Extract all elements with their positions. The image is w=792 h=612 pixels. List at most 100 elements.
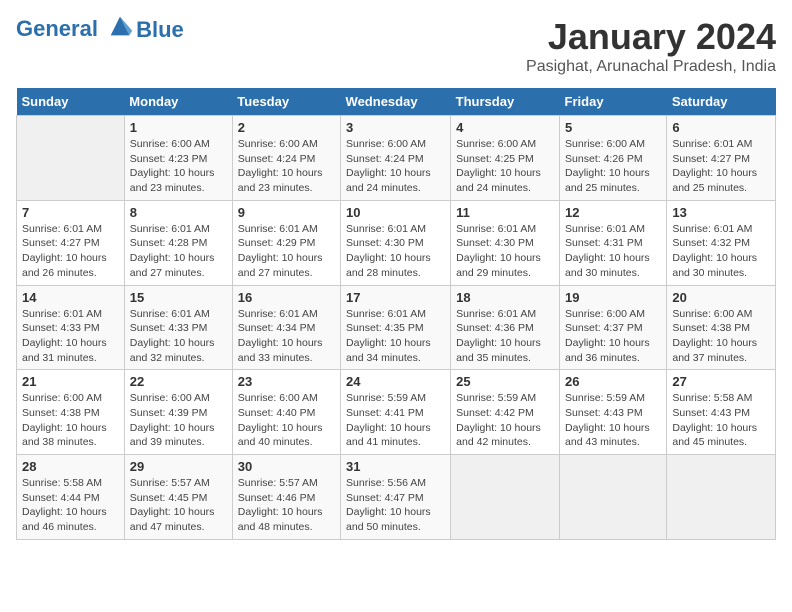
day-info: Sunrise: 6:01 AMSunset: 4:30 PMDaylight:…: [456, 222, 554, 281]
day-number: 9: [238, 205, 335, 220]
day-info: Sunrise: 6:01 AMSunset: 4:27 PMDaylight:…: [672, 137, 770, 196]
column-header-thursday: Thursday: [451, 88, 560, 116]
day-number: 8: [130, 205, 227, 220]
column-header-tuesday: Tuesday: [232, 88, 340, 116]
calendar-cell: 8 Sunrise: 6:01 AMSunset: 4:28 PMDaylight…: [124, 200, 232, 285]
day-info: Sunrise: 6:01 AMSunset: 4:28 PMDaylight:…: [130, 222, 227, 281]
day-info: Sunrise: 5:57 AMSunset: 4:46 PMDaylight:…: [238, 476, 335, 535]
calendar-cell: 22 Sunrise: 6:00 AMSunset: 4:39 PMDayligh…: [124, 370, 232, 455]
calendar-cell: 20 Sunrise: 6:00 AMSunset: 4:38 PMDayligh…: [667, 285, 776, 370]
logo-icon: [106, 12, 134, 40]
calendar-cell: 27 Sunrise: 5:58 AMSunset: 4:43 PMDayligh…: [667, 370, 776, 455]
logo: General Blue: [16, 16, 184, 44]
day-info: Sunrise: 5:59 AMSunset: 4:42 PMDaylight:…: [456, 391, 554, 450]
day-info: Sunrise: 6:01 AMSunset: 4:30 PMDaylight:…: [346, 222, 445, 281]
day-info: Sunrise: 6:00 AMSunset: 4:39 PMDaylight:…: [130, 391, 227, 450]
calendar-cell: 24 Sunrise: 5:59 AMSunset: 4:41 PMDayligh…: [341, 370, 451, 455]
calendar-cell: [451, 455, 560, 540]
day-number: 20: [672, 290, 770, 305]
day-number: 3: [346, 120, 445, 135]
day-info: Sunrise: 6:01 AMSunset: 4:31 PMDaylight:…: [565, 222, 661, 281]
day-info: Sunrise: 6:00 AMSunset: 4:23 PMDaylight:…: [130, 137, 227, 196]
day-info: Sunrise: 5:59 AMSunset: 4:43 PMDaylight:…: [565, 391, 661, 450]
calendar-cell: 21 Sunrise: 6:00 AMSunset: 4:38 PMDayligh…: [17, 370, 125, 455]
calendar-table: SundayMondayTuesdayWednesdayThursdayFrid…: [16, 88, 776, 540]
calendar-cell: 1Sunrise: 6:00 AMSunset: 4:23 PMDaylight…: [124, 116, 232, 201]
calendar-cell: 17 Sunrise: 6:01 AMSunset: 4:35 PMDayligh…: [341, 285, 451, 370]
calendar-cell: 11 Sunrise: 6:01 AMSunset: 4:30 PMDayligh…: [451, 200, 560, 285]
day-number: 26: [565, 374, 661, 389]
day-number: 22: [130, 374, 227, 389]
calendar-cell: 26 Sunrise: 5:59 AMSunset: 4:43 PMDayligh…: [560, 370, 667, 455]
day-info: Sunrise: 6:00 AMSunset: 4:24 PMDaylight:…: [346, 137, 445, 196]
day-info: Sunrise: 6:00 AMSunset: 4:24 PMDaylight:…: [238, 137, 335, 196]
calendar-subtitle: Pasighat, Arunachal Pradesh, India: [526, 58, 776, 76]
day-info: Sunrise: 5:59 AMSunset: 4:41 PMDaylight:…: [346, 391, 445, 450]
calendar-cell: [560, 455, 667, 540]
column-header-friday: Friday: [560, 88, 667, 116]
day-info: Sunrise: 6:01 AMSunset: 4:36 PMDaylight:…: [456, 307, 554, 366]
calendar-cell: 14Sunrise: 6:01 AMSunset: 4:33 PMDayligh…: [17, 285, 125, 370]
calendar-title: January 2024: [526, 16, 776, 58]
column-header-sunday: Sunday: [17, 88, 125, 116]
day-info: Sunrise: 6:01 AMSunset: 4:32 PMDaylight:…: [672, 222, 770, 281]
day-info: Sunrise: 6:01 AMSunset: 4:27 PMDaylight:…: [22, 222, 119, 281]
page-header: General Blue January 2024 Pasighat, Arun…: [16, 16, 776, 76]
day-info: Sunrise: 6:00 AMSunset: 4:25 PMDaylight:…: [456, 137, 554, 196]
day-info: Sunrise: 6:01 AMSunset: 4:33 PMDaylight:…: [22, 307, 119, 366]
day-info: Sunrise: 6:00 AMSunset: 4:40 PMDaylight:…: [238, 391, 335, 450]
day-info: Sunrise: 6:00 AMSunset: 4:38 PMDaylight:…: [22, 391, 119, 450]
calendar-cell: 9 Sunrise: 6:01 AMSunset: 4:29 PMDaylight…: [232, 200, 340, 285]
day-number: 31: [346, 459, 445, 474]
calendar-cell: 23 Sunrise: 6:00 AMSunset: 4:40 PMDayligh…: [232, 370, 340, 455]
calendar-cell: 12Sunrise: 6:01 AMSunset: 4:31 PMDayligh…: [560, 200, 667, 285]
day-number: 15: [130, 290, 227, 305]
calendar-cell: 31 Sunrise: 5:56 AMSunset: 4:47 PMDayligh…: [341, 455, 451, 540]
calendar-cell: 3 Sunrise: 6:00 AMSunset: 4:24 PMDaylight…: [341, 116, 451, 201]
day-number: 24: [346, 374, 445, 389]
calendar-cell: 16Sunrise: 6:01 AMSunset: 4:34 PMDayligh…: [232, 285, 340, 370]
calendar-cell: [667, 455, 776, 540]
calendar-cell: 25 Sunrise: 5:59 AMSunset: 4:42 PMDayligh…: [451, 370, 560, 455]
day-number: 23: [238, 374, 335, 389]
day-info: Sunrise: 6:00 AMSunset: 4:37 PMDaylight:…: [565, 307, 661, 366]
day-info: Sunrise: 6:00 AMSunset: 4:38 PMDaylight:…: [672, 307, 770, 366]
day-number: 2: [238, 120, 335, 135]
logo-text-general: General: [16, 16, 98, 41]
calendar-cell: 13 Sunrise: 6:01 AMSunset: 4:32 PMDayligh…: [667, 200, 776, 285]
day-info: Sunrise: 5:58 AMSunset: 4:43 PMDaylight:…: [672, 391, 770, 450]
day-number: 21: [22, 374, 119, 389]
calendar-cell: 7Sunrise: 6:01 AMSunset: 4:27 PMDaylight…: [17, 200, 125, 285]
day-number: 17: [346, 290, 445, 305]
day-number: 28: [22, 459, 119, 474]
day-info: Sunrise: 6:01 AMSunset: 4:35 PMDaylight:…: [346, 307, 445, 366]
day-number: 5: [565, 120, 661, 135]
day-info: Sunrise: 5:57 AMSunset: 4:45 PMDaylight:…: [130, 476, 227, 535]
calendar-cell: [17, 116, 125, 201]
day-info: Sunrise: 6:00 AMSunset: 4:26 PMDaylight:…: [565, 137, 661, 196]
day-info: Sunrise: 6:01 AMSunset: 4:29 PMDaylight:…: [238, 222, 335, 281]
calendar-cell: 18Sunrise: 6:01 AMSunset: 4:36 PMDayligh…: [451, 285, 560, 370]
day-number: 25: [456, 374, 554, 389]
calendar-cell: 5 Sunrise: 6:00 AMSunset: 4:26 PMDaylight…: [560, 116, 667, 201]
calendar-cell: 15 Sunrise: 6:01 AMSunset: 4:33 PMDayligh…: [124, 285, 232, 370]
day-number: 19: [565, 290, 661, 305]
day-number: 30: [238, 459, 335, 474]
day-info: Sunrise: 5:56 AMSunset: 4:47 PMDaylight:…: [346, 476, 445, 535]
day-number: 6: [672, 120, 770, 135]
column-header-monday: Monday: [124, 88, 232, 116]
day-number: 11: [456, 205, 554, 220]
day-info: Sunrise: 6:01 AMSunset: 4:33 PMDaylight:…: [130, 307, 227, 366]
day-number: 10: [346, 205, 445, 220]
day-info: Sunrise: 5:58 AMSunset: 4:44 PMDaylight:…: [22, 476, 119, 535]
calendar-cell: 6 Sunrise: 6:01 AMSunset: 4:27 PMDaylight…: [667, 116, 776, 201]
column-header-wednesday: Wednesday: [341, 88, 451, 116]
calendar-cell: 19 Sunrise: 6:00 AMSunset: 4:37 PMDayligh…: [560, 285, 667, 370]
day-number: 27: [672, 374, 770, 389]
calendar-cell: 30 Sunrise: 5:57 AMSunset: 4:46 PMDayligh…: [232, 455, 340, 540]
column-header-saturday: Saturday: [667, 88, 776, 116]
calendar-cell: 4Sunrise: 6:00 AMSunset: 4:25 PMDaylight…: [451, 116, 560, 201]
calendar-cell: 2 Sunrise: 6:00 AMSunset: 4:24 PMDaylight…: [232, 116, 340, 201]
day-number: 13: [672, 205, 770, 220]
calendar-cell: 10 Sunrise: 6:01 AMSunset: 4:30 PMDayligh…: [341, 200, 451, 285]
